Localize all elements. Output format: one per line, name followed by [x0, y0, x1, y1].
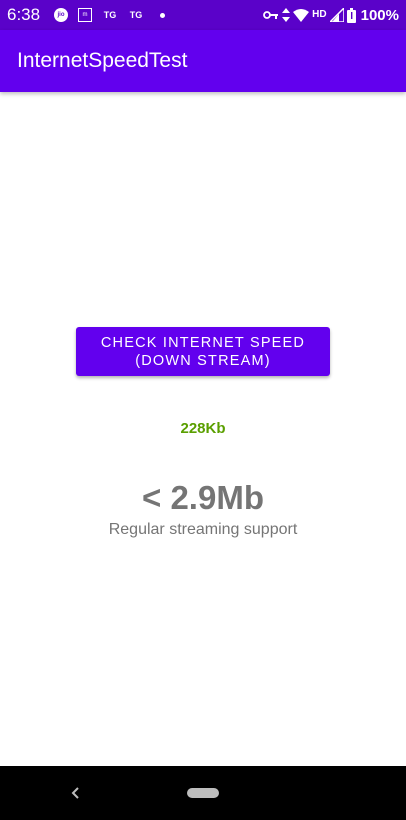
- battery-icon: [346, 7, 356, 23]
- vpn-key-icon: [263, 11, 279, 19]
- dot-icon: [160, 12, 165, 18]
- status-bar: 6:38 jio m TG TG HD 100%: [0, 0, 406, 30]
- data-arrows-icon: [282, 8, 291, 22]
- speed-category: < 2.9Mb: [142, 479, 264, 516]
- jio-icon: jio: [54, 8, 68, 22]
- check-internet-speed-button[interactable]: CHECK INTERNET SPEED (DOWN STREAM): [76, 327, 330, 376]
- network-type-label: HD: [312, 9, 327, 20]
- cellular-signal-icon: [329, 8, 344, 22]
- wifi-icon: [293, 8, 310, 22]
- notification-icons: jio m TG TG: [54, 7, 165, 23]
- back-icon[interactable]: [66, 783, 86, 803]
- status-time: 6:38: [7, 5, 41, 24]
- battery-percent: 100%: [360, 6, 399, 24]
- navigation-bar: [0, 766, 406, 820]
- media-icon: m: [78, 8, 92, 22]
- system-status-icons: HD 100%: [263, 5, 399, 25]
- app-title: InternetSpeedTest: [17, 49, 188, 72]
- measured-speed-value: 228Kb: [180, 420, 226, 437]
- tg-icon: TG: [129, 10, 143, 20]
- tg-icon: TG: [103, 10, 117, 20]
- app-bar: InternetSpeedTest: [0, 30, 406, 92]
- home-pill-icon[interactable]: [187, 788, 219, 798]
- speed-description: Regular streaming support: [108, 521, 298, 538]
